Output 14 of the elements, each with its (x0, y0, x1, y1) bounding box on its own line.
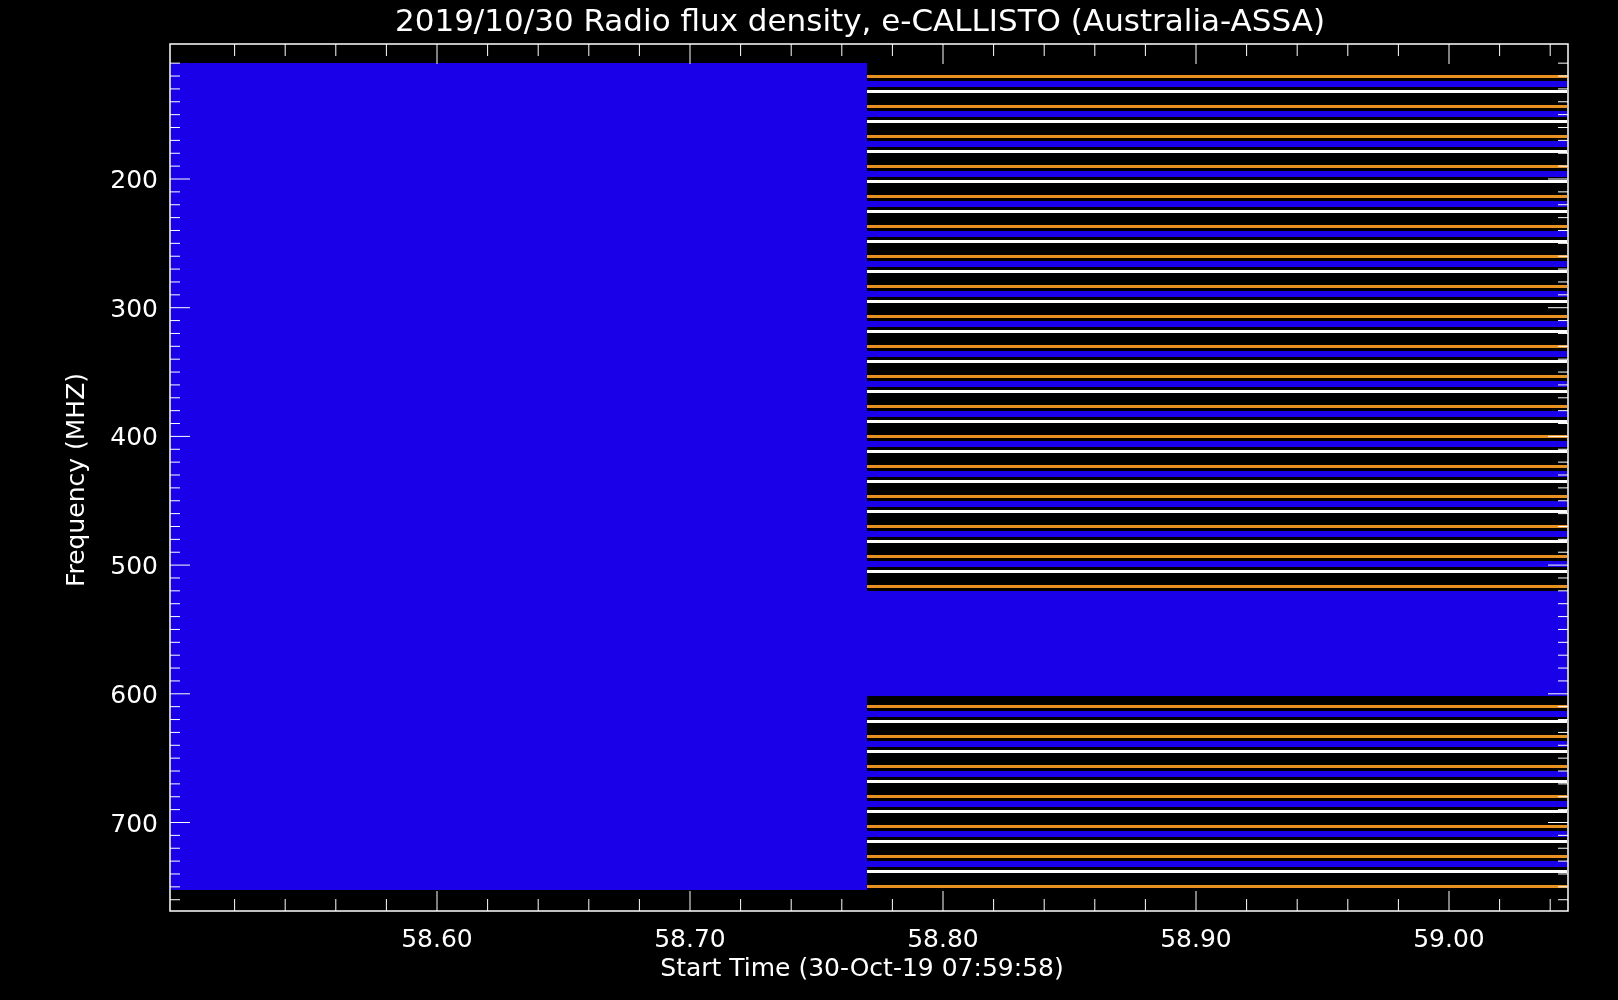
x-tick-label: 58.80 (907, 924, 979, 953)
chart-title: 2019/10/30 Radio flux density, e-CALLISTO (Australia-ASSA) (394, 2, 1326, 38)
y-tick-label: 300 (110, 293, 158, 323)
y-tick-label: 700 (110, 808, 158, 838)
x-tick-label: 59.00 (1413, 924, 1485, 953)
y-axis-label: Frequency (MHZ) (61, 372, 90, 588)
x-tick-label: 58.60 (401, 924, 473, 953)
y-tick-label: 200 (110, 165, 158, 194)
x-tick-label: 58.90 (1160, 924, 1232, 953)
y-tick-label: 500 (110, 551, 158, 581)
y-tick-label: 600 (110, 679, 158, 709)
x-axis-label: Start Time (30-Oct-19 07:59:58) (660, 953, 1064, 982)
x-tick-label: 58.70 (654, 924, 726, 953)
y-tick-label: 400 (110, 422, 158, 452)
